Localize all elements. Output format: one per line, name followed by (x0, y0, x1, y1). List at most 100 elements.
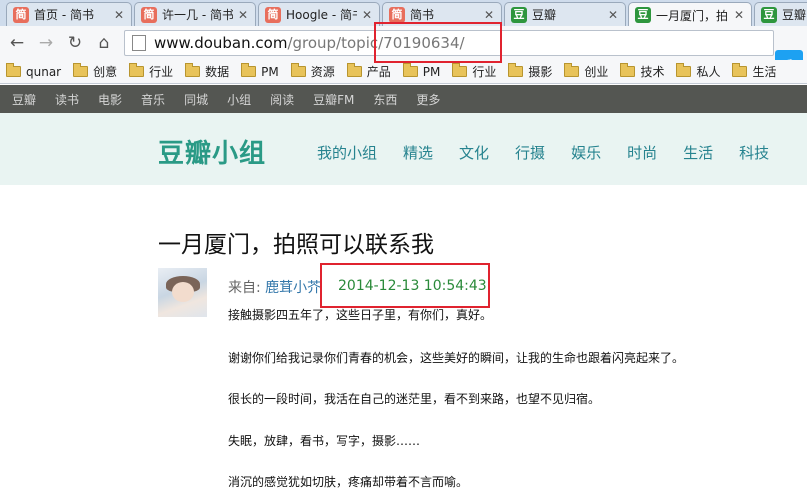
tab-title: 许一几 - 简书 (162, 8, 233, 22)
bookmark-label: 行业 (149, 65, 174, 79)
folder-icon (6, 63, 21, 77)
browser-tab[interactable]: 豆 豆瓣 ✕ (504, 2, 626, 26)
folder-icon (508, 63, 524, 77)
group-menu-item[interactable]: 时尚 (627, 142, 657, 163)
group-menu-item[interactable]: 我的小组 (317, 142, 377, 163)
bookmark-folder[interactable]: 创意 (73, 63, 117, 80)
global-nav-link[interactable]: 读书 (55, 91, 79, 108)
jianshu-icon: 简 (389, 6, 405, 23)
topic-title: 一月厦门，拍照可以联系我 (158, 232, 434, 258)
bookmark-folder[interactable]: 数据 (185, 63, 229, 80)
bookmark-folder[interactable]: 行业 (129, 63, 173, 80)
page-icon (132, 35, 146, 51)
url-highlight-box (374, 22, 502, 63)
timestamp-highlight-box (320, 263, 490, 308)
folder-icon (73, 63, 89, 77)
close-icon[interactable]: ✕ (237, 8, 249, 22)
group-menu-item[interactable]: 精选 (403, 142, 433, 163)
bookmark-label: 产品 (366, 65, 391, 79)
browser-tab[interactable]: 简 许一几 - 简书 ✕ (134, 2, 256, 26)
folder-icon (564, 63, 580, 77)
topic-paragraph: 失眠，放肆，看书，写字，摄影…… (228, 434, 421, 448)
topic-paragraph: 谢谢你们给我记录你们青春的机会，这些美好的瞬间，让我的生命也跟着闪亮起来了。 (228, 351, 685, 365)
close-icon[interactable]: ✕ (113, 8, 125, 22)
from-label: 来自: (228, 280, 266, 296)
back-arrow-icon[interactable]: ← (6, 32, 28, 54)
douban-icon: 豆 (761, 6, 777, 23)
browser-tab[interactable]: 豆 豆瓣 (754, 2, 807, 26)
group-menu-item[interactable]: 生活 (683, 142, 713, 163)
folder-icon (241, 63, 257, 77)
tab-title: 一月厦门，拍 (656, 8, 729, 23)
bookmark-label: 行业 (472, 65, 497, 79)
bookmark-folder[interactable]: 资源 (290, 63, 335, 80)
folder-icon (129, 63, 145, 77)
global-nav-link[interactable]: 豆瓣 (12, 91, 36, 108)
jianshu-icon: 简 (265, 6, 281, 23)
folder-icon (185, 63, 201, 77)
bookmark-folder[interactable]: 创业 (564, 63, 608, 80)
browser-tab[interactable]: 简 首页 - 简书 ✕ (6, 2, 132, 26)
group-header: 豆瓣小组 我的小组 精选 文化 行摄 娱乐 时尚 生活 科技 (0, 113, 807, 185)
bookmark-folder[interactable]: qunar (6, 63, 61, 79)
folder-icon (676, 63, 692, 77)
bookmark-folder[interactable]: 行业 (452, 63, 496, 80)
tab-title: Hoogle - 简书 (286, 8, 357, 22)
global-nav-link[interactable]: 同城 (184, 91, 208, 108)
global-nav-link[interactable]: 电影 (98, 91, 122, 108)
bookmark-folder[interactable]: 摄影 (508, 63, 552, 80)
bookmark-folder[interactable]: 私人 (676, 63, 720, 80)
reload-icon[interactable]: ↻ (64, 32, 86, 54)
close-icon[interactable]: ✕ (483, 8, 495, 22)
topic-paragraph: 很长的一段时间，我活在自己的迷茫里，看不到来路，也望不见归宿。 (228, 392, 601, 406)
bookmark-label: 生活 (752, 65, 777, 79)
bookmark-folder[interactable]: PM (241, 63, 279, 79)
forward-arrow-icon[interactable]: → (35, 32, 57, 54)
author-avatar[interactable] (158, 268, 207, 317)
bookmark-folder[interactable]: 产品 (346, 63, 391, 80)
global-nav-link[interactable]: 豆瓣FM (313, 91, 354, 108)
bookmark-label: 私人 (696, 65, 721, 79)
home-icon[interactable]: ⌂ (93, 32, 115, 54)
bookmark-label: 资源 (310, 65, 335, 79)
bookmark-label: PM (422, 64, 441, 79)
bookmark-label: 创意 (93, 65, 118, 79)
browser-tab-active[interactable]: 豆 一月厦门，拍 ✕ (628, 2, 752, 27)
global-nav-link[interactable]: 音乐 (141, 91, 165, 108)
avatar-face (172, 282, 194, 302)
close-icon[interactable]: ✕ (607, 8, 619, 22)
bookmark-folder[interactable]: 生活 (732, 63, 776, 80)
group-logo[interactable]: 豆瓣小组 (158, 133, 266, 170)
tab-title: 首页 - 简书 (34, 8, 94, 22)
group-menu-item[interactable]: 行摄 (515, 142, 545, 163)
bookmark-folder[interactable]: 技术 (620, 63, 664, 80)
tab-title: 豆瓣 (532, 8, 557, 22)
close-icon[interactable]: ✕ (361, 8, 373, 22)
topic-paragraph: 消沉的感觉犹如切肤，疼痛却带着不言而喻。 (228, 475, 469, 489)
tab-title: 豆瓣 (782, 8, 807, 22)
bookmark-label: PM (261, 64, 279, 79)
author-link[interactable]: 鹿茸小芥 (265, 280, 321, 296)
bookmark-label: 数据 (205, 65, 230, 79)
group-menu-item[interactable]: 文化 (459, 142, 489, 163)
folder-icon (346, 63, 362, 77)
global-nav-link[interactable]: 东西 (373, 91, 397, 108)
global-nav-link[interactable]: 更多 (416, 91, 440, 108)
global-nav-link[interactable]: 小组 (227, 91, 251, 108)
folder-icon (290, 63, 306, 77)
group-menu-item[interactable]: 娱乐 (571, 142, 601, 163)
jianshu-icon: 简 (141, 6, 157, 23)
topic-from: 来自: 鹿茸小芥 (228, 277, 321, 297)
folder-icon (620, 63, 636, 77)
bookmark-folder[interactable]: PM (402, 63, 441, 79)
browser-tab[interactable]: 简 Hoogle - 简书 ✕ (258, 2, 380, 26)
global-nav-link[interactable]: 阅读 (270, 91, 294, 108)
group-menu: 我的小组 精选 文化 行摄 娱乐 时尚 生活 科技 (317, 142, 795, 163)
group-menu-item[interactable]: 科技 (739, 142, 769, 163)
bookmark-label: 摄影 (528, 65, 553, 79)
bookmark-label: 创业 (584, 65, 609, 79)
url-host: www.douban.com (154, 34, 288, 52)
folder-icon (732, 63, 748, 77)
close-icon[interactable]: ✕ (733, 8, 745, 22)
folder-icon (452, 63, 468, 77)
